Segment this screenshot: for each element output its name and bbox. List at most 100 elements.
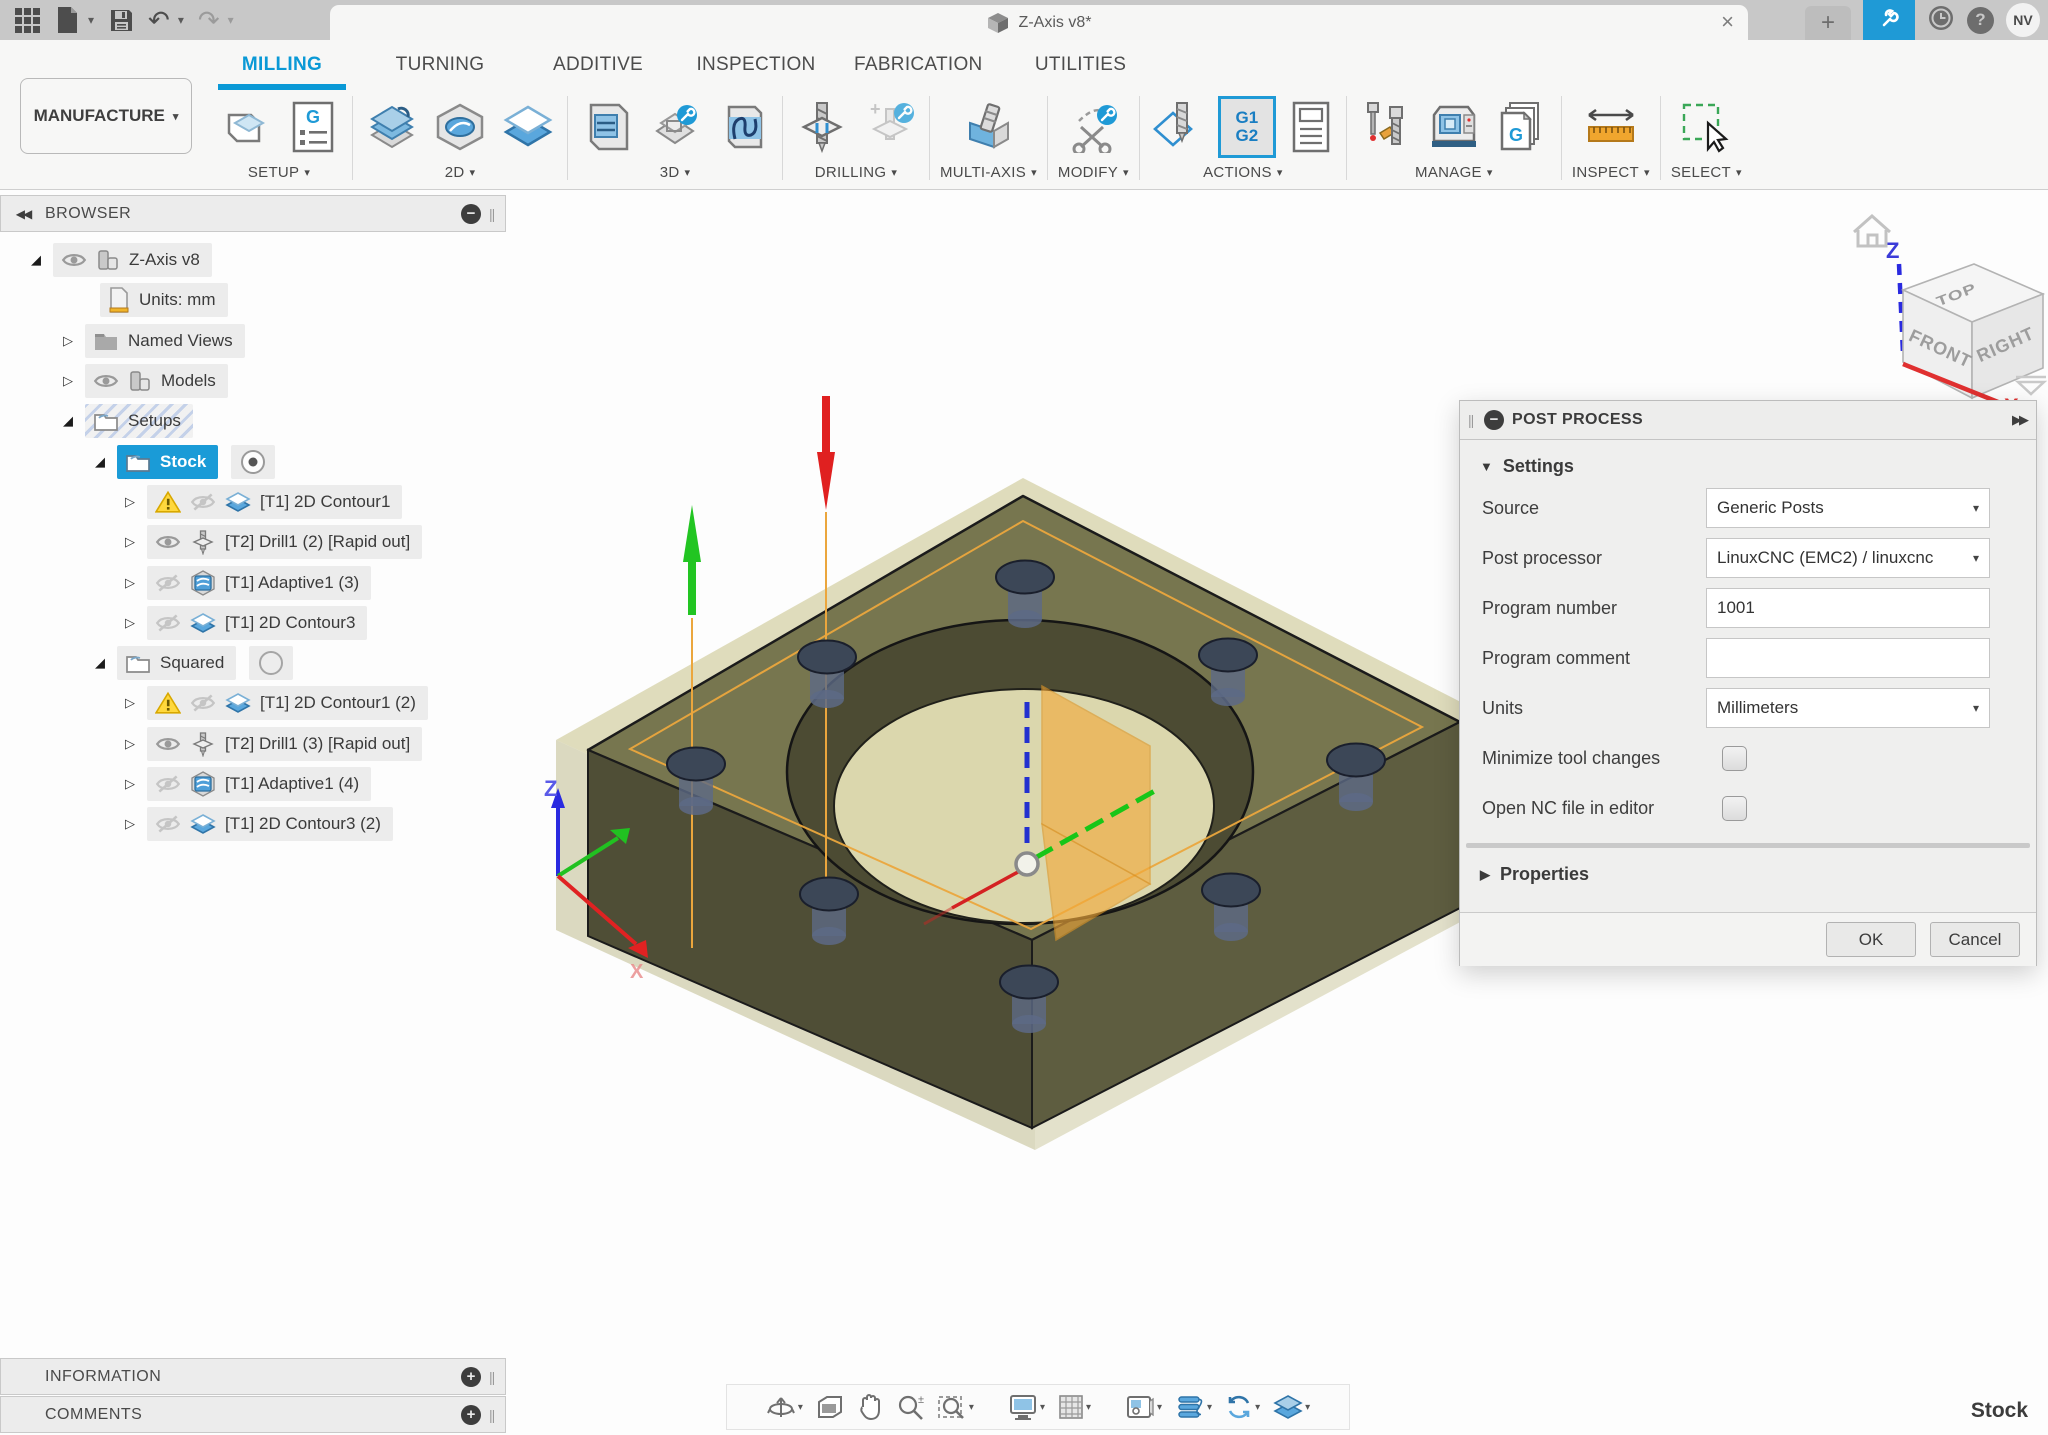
- modify-trim-icon[interactable]: [1064, 98, 1122, 156]
- notifications-clock-icon[interactable]: [1927, 4, 1955, 37]
- collapse-arrow-icon[interactable]: ▷: [60, 373, 76, 389]
- group-select-caret[interactable]: ▾: [1736, 166, 1742, 179]
- collapse-arrow-icon[interactable]: ▷: [122, 534, 138, 550]
- eye-icon[interactable]: [155, 532, 181, 552]
- tree-item-operation[interactable]: [T2] Drill1 (2) [Rapid out]: [147, 525, 422, 559]
- expand-arrow-icon[interactable]: ◢: [60, 413, 76, 429]
- collapse-arrow-icon[interactable]: ▷: [122, 736, 138, 752]
- browser-panel-header[interactable]: ◀◀ BROWSER − ||: [0, 195, 506, 232]
- collapse-arrow-icon[interactable]: ▷: [122, 494, 138, 510]
- group-3d-label[interactable]: 3D: [660, 164, 680, 181]
- grid-layout-button[interactable]: ▾: [1055, 1394, 1094, 1420]
- collapse-arrow-icon[interactable]: ▷: [122, 816, 138, 832]
- undo-caret[interactable]: ▾: [178, 13, 184, 27]
- group-modify-label[interactable]: MODIFY: [1058, 164, 1118, 181]
- information-panel-header[interactable]: INFORMATION + ||: [0, 1358, 506, 1395]
- collapse-arrow-icon[interactable]: ▷: [122, 575, 138, 591]
- information-expand-icon[interactable]: +: [461, 1367, 481, 1387]
- browser-collapse-icon[interactable]: ◀◀: [1, 207, 45, 221]
- expand-arrow-icon[interactable]: ◢: [92, 655, 108, 671]
- post-library-icon[interactable]: G: [1493, 98, 1551, 156]
- comments-panel-header[interactable]: COMMENTS + ||: [0, 1396, 506, 1433]
- ncprogram-icon[interactable]: G: [284, 98, 342, 156]
- display-settings-button[interactable]: ▾: [1005, 1393, 1048, 1421]
- dialog-minimize-icon[interactable]: −: [1484, 410, 1504, 430]
- active-setup-radio[interactable]: [231, 445, 275, 479]
- orbit-caret[interactable]: ▾: [798, 1402, 803, 1413]
- tree-item-stock-selected[interactable]: Stock: [117, 445, 218, 479]
- 2d-contour-icon[interactable]: [499, 98, 557, 156]
- post-processor-select[interactable]: LinuxCNC (EMC2) / linuxcnc ▾: [1706, 538, 1990, 578]
- tree-item-operation[interactable]: [T1] Adaptive1 (4): [147, 767, 371, 801]
- eye-icon[interactable]: [61, 250, 87, 270]
- orbit-button[interactable]: ▾: [763, 1392, 806, 1422]
- group-manage-label[interactable]: MANAGE: [1415, 164, 1482, 181]
- tree-item-operation[interactable]: [T1] 2D Contour1: [147, 485, 402, 519]
- dialog-header[interactable]: || − POST PROCESS ▶▶: [1460, 401, 2036, 440]
- visual-style-caret[interactable]: ▾: [1305, 1402, 1310, 1413]
- comments-expand-icon[interactable]: +: [461, 1405, 481, 1425]
- hidden-eye-icon[interactable]: [190, 492, 216, 512]
- group-select-label[interactable]: SELECT: [1671, 164, 1731, 181]
- zoom-window-button[interactable]: ▾: [934, 1393, 977, 1421]
- group-2d-caret[interactable]: ▾: [469, 166, 475, 179]
- viewcube-home-icon[interactable]: [1854, 216, 1890, 246]
- hidden-eye-icon[interactable]: [155, 613, 181, 633]
- steps-button[interactable]: ▾: [1172, 1394, 1215, 1420]
- browser-drag-handle[interactable]: ||: [489, 206, 499, 222]
- drill-icon[interactable]: [793, 98, 851, 156]
- group-multiaxis-caret[interactable]: ▾: [1031, 166, 1037, 179]
- drill-custom-icon[interactable]: +: [861, 98, 919, 156]
- app-launcher-icon[interactable]: [14, 7, 40, 33]
- viewcube-menu-caret-icon[interactable]: [2018, 382, 2044, 394]
- tree-item-operation[interactable]: [T1] 2D Contour1 (2): [147, 686, 428, 720]
- machine-library-icon[interactable]: [1425, 98, 1483, 156]
- file-menu-caret[interactable]: ▾: [88, 13, 94, 27]
- comments-drag-handle[interactable]: ||: [489, 1407, 499, 1423]
- tab-milling[interactable]: MILLING: [212, 40, 352, 90]
- eye-icon[interactable]: [93, 371, 119, 391]
- steps-caret[interactable]: ▾: [1207, 1402, 1212, 1413]
- inactive-setup-radio[interactable]: [249, 646, 293, 680]
- 3d-adaptive-icon[interactable]: [646, 98, 704, 156]
- expand-arrow-icon[interactable]: ◢: [92, 454, 108, 470]
- group-drilling-caret[interactable]: ▾: [891, 166, 897, 179]
- help-icon[interactable]: ?: [1967, 7, 1994, 34]
- 3d-pocket-icon[interactable]: [578, 98, 636, 156]
- tree-item-operation[interactable]: [T1] 2D Contour3 (2): [147, 807, 393, 841]
- tree-item-operation[interactable]: [T2] Drill1 (3) [Rapid out]: [147, 727, 422, 761]
- group-3d-caret[interactable]: ▾: [684, 166, 690, 179]
- tool-library-icon[interactable]: [1357, 98, 1415, 156]
- save-icon[interactable]: [108, 7, 134, 33]
- tab-inspection[interactable]: INSPECTION: [686, 40, 826, 90]
- redo-icon[interactable]: ↷: [198, 7, 220, 33]
- settings-section-header[interactable]: ▼ Settings: [1460, 440, 2036, 483]
- tree-item-setups[interactable]: Setups: [85, 404, 193, 438]
- visual-style-button[interactable]: ▾: [1270, 1394, 1313, 1420]
- tree-item-root[interactable]: Z-Axis v8: [53, 243, 212, 277]
- dialog-expand-icon[interactable]: ▶▶: [2012, 412, 2026, 428]
- open-nc-file-checkbox[interactable]: [1722, 796, 1747, 821]
- pan-button[interactable]: [854, 1393, 886, 1421]
- group-actions-caret[interactable]: ▾: [1277, 166, 1283, 179]
- group-multiaxis-label[interactable]: MULTI-AXIS: [940, 164, 1026, 181]
- look-at-button[interactable]: [813, 1394, 847, 1420]
- document-tab[interactable]: Z-Axis v8* ×: [330, 5, 1748, 40]
- redo-caret[interactable]: ▾: [228, 13, 234, 27]
- collapse-arrow-icon[interactable]: ▷: [122, 695, 138, 711]
- post-process-button-active[interactable]: G1 G2: [1218, 96, 1276, 158]
- group-manage-caret[interactable]: ▾: [1487, 166, 1493, 179]
- group-setup-label[interactable]: SETUP: [248, 164, 300, 181]
- tab-fabrication[interactable]: FABRICATION: [844, 40, 993, 90]
- setup-sheet-icon[interactable]: [1286, 98, 1336, 156]
- 2d-pocket-icon[interactable]: [363, 98, 421, 156]
- file-menu-icon[interactable]: [54, 7, 80, 33]
- new-tab-button[interactable]: +: [1805, 6, 1851, 40]
- group-modify-caret[interactable]: ▾: [1123, 166, 1129, 179]
- program-comment-input[interactable]: [1717, 648, 1979, 668]
- refresh-button[interactable]: ▾: [1222, 1393, 1263, 1421]
- eye-icon[interactable]: [155, 734, 181, 754]
- job-status-button[interactable]: [1863, 0, 1915, 40]
- multiaxis-swarf-icon[interactable]: [959, 98, 1017, 156]
- grid-caret[interactable]: ▾: [1086, 1402, 1091, 1413]
